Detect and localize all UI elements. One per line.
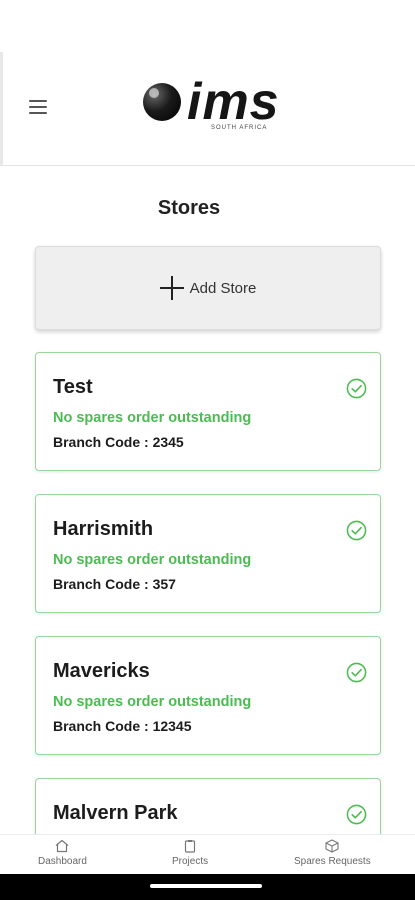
check-circle-icon [346,378,367,399]
check-circle-icon [346,662,367,683]
check-circle-icon [346,804,367,825]
store-status: No spares order outstanding [53,694,252,710]
home-gesture-pill[interactable] [150,884,262,888]
store-card[interactable]: Mavericks No spares order outstanding Br… [35,636,381,755]
home-icon [56,839,69,853]
logo-text: ims [187,73,280,131]
ims-logo: ims SOUTH AFRICA [141,74,281,140]
store-branch-code: Branch Code : 357 [53,576,176,592]
store-name: Malvern Park [53,802,178,824]
app-header: ims SOUTH AFRICA [0,52,415,166]
store-name: Harrismith [53,518,154,540]
cube-icon [325,839,339,853]
add-store-label: Add Store [189,279,257,297]
nav-item-dashboard[interactable]: Dashboard [38,839,87,867]
nav-label-spares-requests: Spares Requests [294,856,371,867]
status-bar-area [0,0,415,52]
system-navigation-bar [0,874,415,900]
store-card[interactable]: Test No spares order outstanding Branch … [35,352,381,471]
nav-label-projects: Projects [172,856,209,867]
logo-subtitle: SOUTH AFRICA [211,125,268,131]
logo-ball-icon [143,83,181,121]
store-status: No spares order outstanding [53,552,252,568]
nav-item-projects[interactable]: Projects [172,839,208,867]
store-name: Test [53,376,93,398]
store-name: Mavericks [53,660,150,682]
nav-label-dashboard: Dashboard [38,856,87,867]
store-card[interactable]: Harrismith No spares order outstanding B… [35,494,381,613]
store-branch-code: Branch Code : 2345 [53,434,184,450]
add-store-button[interactable]: Add Store [35,246,381,330]
page-title: Stores [157,197,221,219]
plus-icon [159,276,184,300]
store-status: No spares order outstanding [53,410,252,426]
store-branch-code: Branch Code : 12345 [53,718,192,734]
nav-item-spares-requests[interactable]: Spares Requests [294,839,371,867]
bottom-navigation: Dashboard Projects Spares Requests [0,834,415,874]
clipboard-icon [184,840,196,853]
store-list: Test No spares order outstanding Branch … [35,352,381,900]
hamburger-menu-icon[interactable] [29,100,47,116]
check-circle-icon [346,520,367,541]
